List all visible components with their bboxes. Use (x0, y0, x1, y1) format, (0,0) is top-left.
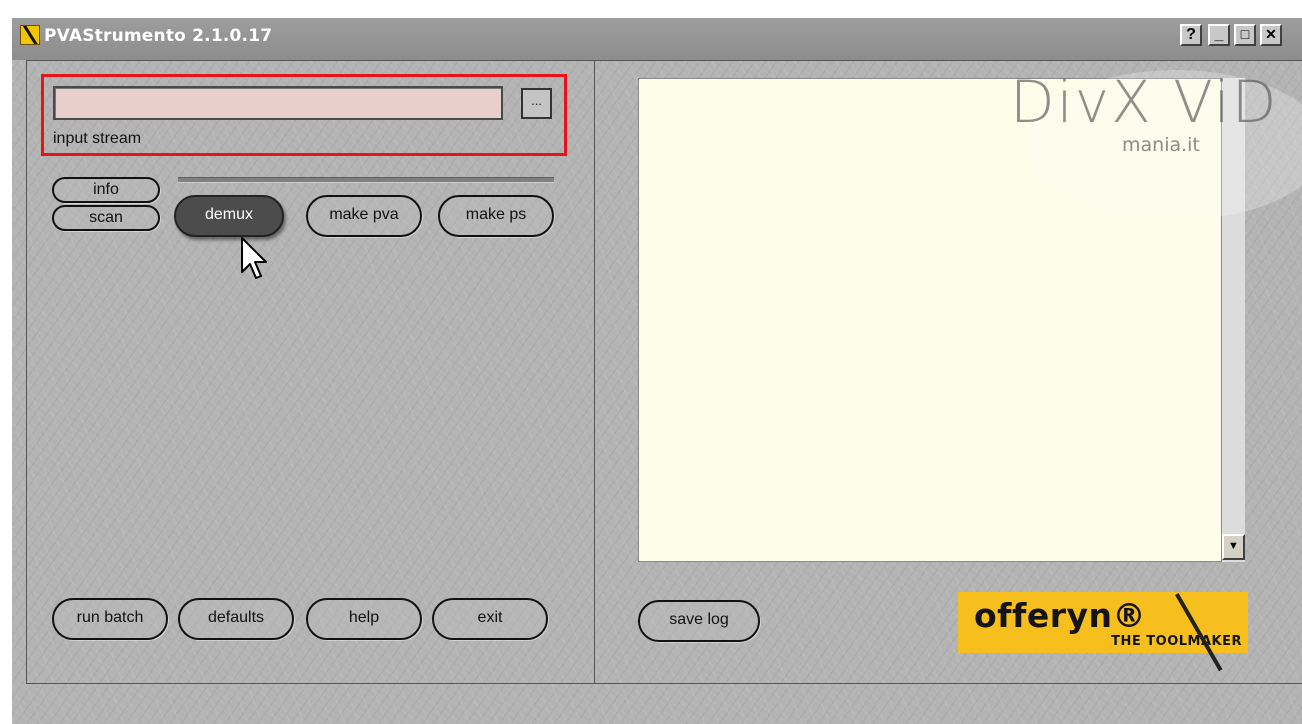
save-log-button[interactable]: save log (638, 600, 760, 642)
watermark-logo: DivX ViD (1010, 68, 1279, 136)
input-stream-label: input stream (53, 130, 142, 147)
app-icon (20, 25, 40, 45)
watermark-subtitle: mania.it (1122, 134, 1200, 156)
scan-button[interactable]: scan (52, 205, 160, 231)
defaults-button[interactable]: defaults (178, 598, 294, 640)
info-button[interactable]: info (52, 177, 160, 203)
title-bar: PVAStrumento 2.1.0.17 ? _ □ ✕ (12, 18, 1302, 60)
panel-divider (594, 60, 595, 684)
close-button[interactable]: ✕ (1260, 24, 1282, 46)
make-ps-button[interactable]: make ps (438, 195, 554, 237)
demux-button[interactable]: demux (174, 195, 284, 237)
help-title-button[interactable]: ? (1180, 24, 1202, 46)
help-button[interactable]: help (306, 598, 422, 640)
run-batch-button[interactable]: run batch (52, 598, 168, 640)
exit-button[interactable]: exit (432, 598, 548, 640)
input-stream-field[interactable] (53, 86, 503, 120)
window-title: PVAStrumento 2.1.0.17 (44, 26, 273, 46)
make-pva-button[interactable]: make pva (306, 195, 422, 237)
scroll-down-icon[interactable]: ▼ (1222, 534, 1245, 560)
browse-button[interactable]: ... (521, 88, 552, 119)
offeryn-logo-name: offeryn® (974, 596, 1147, 635)
maximize-button[interactable]: □ (1234, 24, 1256, 46)
separator (178, 177, 554, 183)
mouse-cursor-icon (241, 237, 267, 279)
minimize-button[interactable]: _ (1208, 24, 1230, 46)
offeryn-logo-tagline: THE TOOLMAKER (1111, 634, 1242, 649)
